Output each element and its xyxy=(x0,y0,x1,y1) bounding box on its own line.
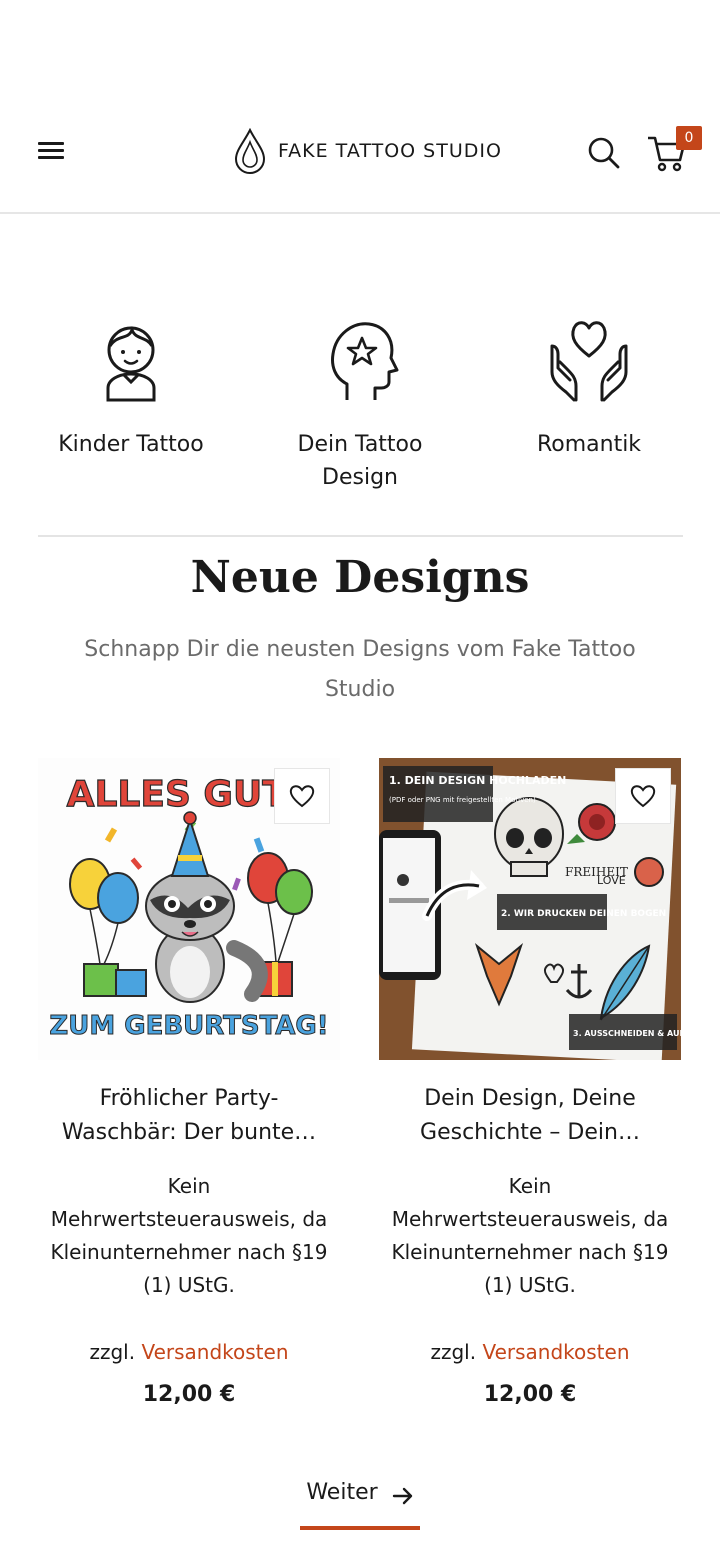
product-title[interactable]: Dein Design, Deine Geschichte – Dein… xyxy=(379,1082,681,1150)
product-image[interactable]: ALLES GUTE ZUM GEBURTSTAG! xyxy=(38,758,340,1060)
search-icon[interactable] xyxy=(586,135,622,171)
section-divider xyxy=(38,535,683,537)
head-star-icon xyxy=(331,322,399,400)
category-kinder-tattoo[interactable]: Kinder Tattoo xyxy=(0,316,262,494)
product-price: 12,00 € xyxy=(142,1382,236,1407)
category-dein-tattoo-design[interactable]: Dein Tattoo Design xyxy=(262,316,458,494)
section-subtitle: Schnapp Dir die neusten Designs vom Fake… xyxy=(84,637,636,702)
image-step3: 3. AUSSCHNEIDEN & AUFTRAGEN xyxy=(573,1029,681,1038)
shipping-prefix: zzgl. xyxy=(430,1340,477,1364)
product-price: 12,00 € xyxy=(483,1382,577,1407)
category-label: Romantik xyxy=(536,432,642,457)
next-page-label: Weiter xyxy=(306,1480,378,1505)
site-logo[interactable]: FAKE TATTOO STUDIO xyxy=(232,128,502,174)
product-title[interactable]: Fröhlicher Party-Waschbär: Der bunte… xyxy=(38,1082,340,1150)
shipping-link[interactable]: Versandkosten xyxy=(482,1340,629,1364)
wishlist-button[interactable] xyxy=(274,768,330,824)
cart-count-badge: 0 xyxy=(676,126,702,150)
shipping-info: zzgl. Versandkosten xyxy=(379,1340,681,1364)
heart-icon xyxy=(289,785,315,808)
ink-drop-icon xyxy=(234,128,266,174)
image-text-love: LOVE xyxy=(597,874,626,887)
category-nav: Kinder Tattoo Dein Tattoo Design Romanti… xyxy=(0,316,720,494)
wishlist-button[interactable] xyxy=(615,768,671,824)
menu-icon[interactable] xyxy=(38,138,70,168)
arrow-right-icon xyxy=(392,1487,412,1505)
category-label: Dein Tattoo Design xyxy=(297,432,423,490)
tax-note: Kein Mehrwertsteuerausweis, da Kleinunte… xyxy=(391,1174,669,1297)
next-page-link[interactable]: Weiter xyxy=(300,1480,420,1530)
tax-note: Kein Mehrwertsteuerausweis, da Kleinunte… xyxy=(50,1174,328,1297)
heart-icon xyxy=(630,785,656,808)
category-romantik[interactable]: Romantik xyxy=(458,316,720,494)
section-title: Neue Designs xyxy=(190,552,530,603)
child-face-icon xyxy=(106,325,156,402)
category-label: Kinder Tattoo xyxy=(58,432,204,457)
site-header: FAKE TATTOO STUDIO 0 xyxy=(0,0,720,214)
image-step1-note: (PDF oder PNG mit freigestellten Motiven… xyxy=(389,796,536,804)
logo-text: FAKE TATTOO STUDIO xyxy=(278,140,502,162)
image-text-bottom: ZUM GEBURTSTAG! xyxy=(49,1011,328,1041)
shipping-info: zzgl. Versandkosten xyxy=(38,1340,340,1364)
shipping-prefix: zzgl. xyxy=(89,1340,136,1364)
product-card: ALLES GUTE ZUM GEBURTSTAG! Fröhlicher Pa… xyxy=(38,758,340,1407)
image-step2: 2. WIR DRUCKEN DEINEN BOGEN xyxy=(501,909,666,919)
image-step1: 1. DEIN DESIGN HOCHLADEN xyxy=(389,774,566,787)
hands-heart-icon xyxy=(550,321,628,402)
shipping-link[interactable]: Versandkosten xyxy=(141,1340,288,1364)
product-image[interactable]: FREIHEIT LOVE 1. DEIN DESIGN HOCHLADEN (… xyxy=(379,758,681,1060)
product-card: FREIHEIT LOVE 1. DEIN DESIGN HOCHLADEN (… xyxy=(379,758,681,1407)
